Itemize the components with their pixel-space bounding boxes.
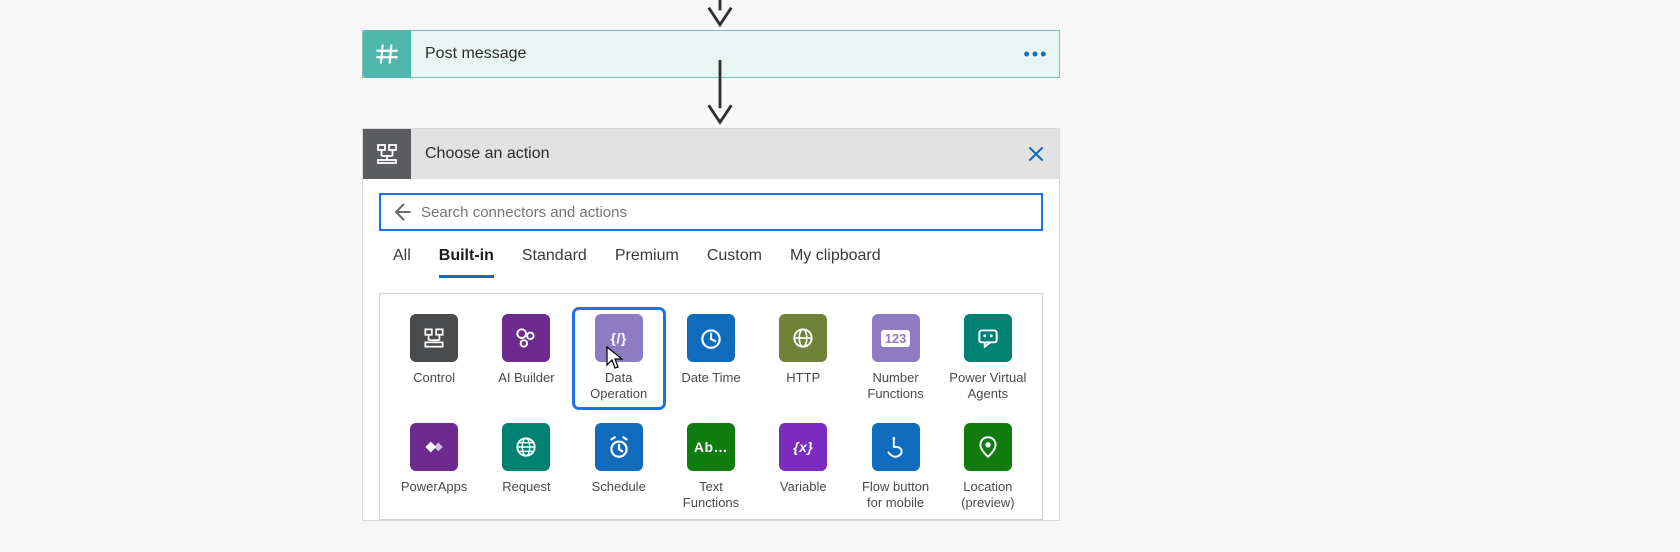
connector-control[interactable]: Control [392,312,476,405]
connector-alarm[interactable]: Schedule [577,421,661,514]
close-icon [1028,146,1044,162]
tab-custom[interactable]: Custom [707,247,762,278]
connector-label: Location (preview) [961,479,1014,512]
text-icon: Ab… [687,423,735,471]
search-bar[interactable] [379,193,1043,231]
connector-touch[interactable]: Flow button for mobile [853,421,937,514]
var-icon: {x} [779,423,827,471]
connector-label: Flow button for mobile [862,479,929,512]
flow-arrow-top [703,0,737,30]
ellipsis-icon: ••• [1024,44,1049,65]
connector-clock[interactable]: Date Time [669,312,753,405]
connector-label: PowerApps [401,479,467,495]
tab-my-clipboard[interactable]: My clipboard [790,247,881,278]
dataop-icon: {/} [595,314,643,362]
connector-label: Variable [780,479,827,495]
connector-label: Request [502,479,550,495]
connector-grid: Control AI Builder {/} Data Operation Date T… [392,312,1030,513]
connector-grid-container: Control AI Builder {/} Data Operation Date T… [379,293,1043,520]
clock-icon [687,314,735,362]
control-icon [410,314,458,362]
connector-pin[interactable]: Location (preview) [946,421,1030,514]
connector-num[interactable]: 123 Number Functions [853,312,937,405]
papps-icon [410,423,458,471]
connector-var[interactable]: {x} Variable [761,421,845,514]
tab-all[interactable]: All [393,247,411,278]
connector-aibuilder[interactable]: AI Builder [484,312,568,405]
num-icon: 123 [872,314,920,362]
http-icon [779,314,827,362]
choose-action-panel: Choose an action All Built-in Standard P… [362,128,1060,521]
panel-title: Choose an action [411,145,1013,163]
touch-icon [872,423,920,471]
action-card-post-message[interactable]: Post message ••• [362,30,1060,78]
alarm-icon [595,423,643,471]
close-button[interactable] [1013,129,1059,179]
connector-papps[interactable]: PowerApps [392,421,476,514]
request-icon [502,423,550,471]
panel-header: Choose an action [363,129,1059,179]
connector-label: Power Virtual Agents [949,370,1026,403]
connector-pva[interactable]: Power Virtual Agents [946,312,1030,405]
tab-premium[interactable]: Premium [615,247,679,278]
connector-label: Date Time [681,370,740,386]
pin-icon [964,423,1012,471]
pva-icon [964,314,1012,362]
hash-icon [363,30,411,78]
back-arrow-button[interactable] [391,202,411,222]
aibuilder-icon [502,314,550,362]
flow-arrow-mid [703,80,737,128]
action-card-title: Post message [411,45,1013,63]
connector-request[interactable]: Request [484,421,568,514]
connector-label: Data Operation [590,370,647,403]
add-step-icon [363,129,411,179]
connector-http[interactable]: HTTP [761,312,845,405]
connector-label: Text Functions [683,479,739,512]
connector-label: HTTP [786,370,820,386]
tab-standard[interactable]: Standard [522,247,587,278]
connector-text[interactable]: Ab… Text Functions [669,421,753,514]
connector-label: Number Functions [867,370,923,403]
connector-label: Control [413,370,455,386]
connector-dataop[interactable]: {/} Data Operation [577,312,661,405]
connector-label: Schedule [592,479,646,495]
connector-label: AI Builder [498,370,554,386]
more-menu-button[interactable]: ••• [1013,31,1059,77]
search-input[interactable] [419,203,1031,222]
tab-built-in[interactable]: Built-in [439,247,494,278]
filter-tabs: All Built-in Standard Premium Custom My … [379,231,1043,279]
